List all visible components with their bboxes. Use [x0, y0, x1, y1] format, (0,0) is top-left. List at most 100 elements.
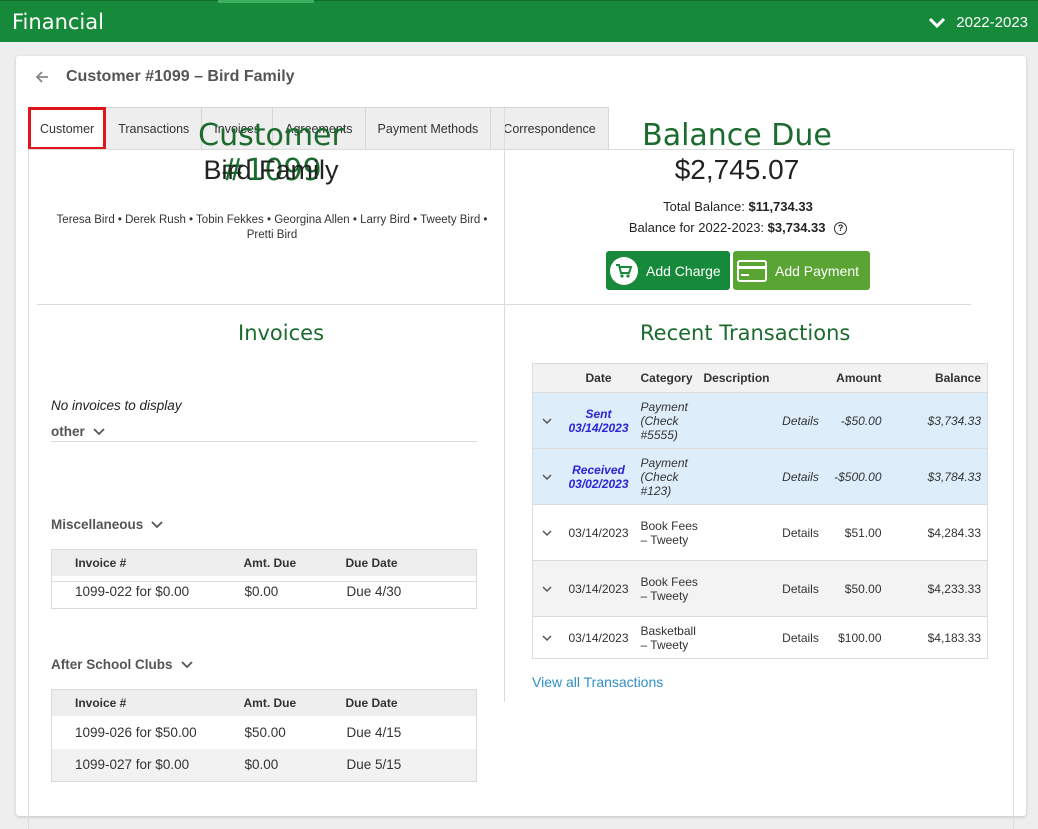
column-divider — [504, 106, 505, 702]
col-balance: Balance — [882, 363, 988, 393]
tx-date: 03/02/2023 — [568, 476, 629, 491]
invoice-group-after-school-clubs[interactable]: After School Clubs — [51, 657, 193, 672]
chevron-down-icon — [929, 17, 946, 28]
tx-balance: $4,183.33 — [882, 616, 988, 659]
help-circle-icon[interactable]: ? — [834, 222, 848, 235]
tx-amount: $50.00 — [826, 560, 883, 617]
group-separator — [51, 581, 477, 582]
col-amt-due: Amt. Due — [243, 549, 346, 576]
details-link[interactable]: Details — [774, 392, 827, 449]
total-balance-label: Total Balance: — [663, 199, 745, 214]
col-invoice: Invoice # — [51, 549, 244, 576]
tab-correspondence[interactable]: Correspondence — [491, 107, 609, 150]
tx-amount: $51.00 — [826, 504, 883, 561]
tx-date: 03/14/2023 — [560, 560, 637, 617]
tx-category: Book Fees – Tweety — [636, 560, 703, 617]
year-label: 2022-2023 — [956, 14, 1028, 31]
header-active-indicator — [218, 0, 314, 3]
transactions-title: Recent Transactions — [640, 321, 851, 345]
page-header: Customer #1099 – Bird Family — [34, 66, 295, 88]
col-details — [774, 363, 827, 393]
chevron-down-icon — [93, 427, 105, 435]
tx-balance: $3,734.33 — [882, 392, 988, 449]
back-arrow-icon[interactable] — [34, 68, 52, 86]
section-divider — [37, 304, 971, 305]
year-balance-label: Balance for 2022-2023: — [628, 220, 765, 235]
year-balance: Balance for 2022-2023: $3,734.33 ? — [540, 220, 936, 235]
tab-customer[interactable]: Customer — [28, 107, 107, 150]
credit-card-icon — [737, 259, 767, 282]
add-payment-button[interactable]: Add Payment — [733, 251, 870, 290]
chevron-down-icon — [151, 520, 163, 528]
tx-category: Payment (Check #5555) — [636, 392, 703, 449]
app-header: Financial 2022-2023 — [0, 0, 1038, 42]
tx-status: Received — [572, 462, 625, 477]
transactions-table: Date Category Description Amount Balance… — [532, 363, 988, 659]
invoices-title: Invoices — [238, 321, 325, 345]
tx-status: Sent — [585, 406, 612, 421]
group-label: other — [51, 424, 85, 439]
col-expand — [532, 363, 561, 393]
tx-date: 03/14/2023 — [560, 504, 637, 561]
tx-category: Basketball – Tweety — [636, 616, 703, 659]
balance-amount: $2,745.07 — [674, 154, 800, 185]
tx-amount: -$500.00 — [826, 448, 883, 505]
total-balance-value: $11,734.33 — [748, 199, 813, 214]
col-amount: Amount — [826, 363, 883, 393]
family-members: Teresa Bird • Derek Rush • Tobin Fekkes … — [56, 214, 488, 241]
details-link[interactable]: Details — [774, 448, 827, 505]
table-row[interactable]: 03/14/2023 Basketball – Tweety Details $… — [532, 616, 988, 659]
col-invoice: Invoice # — [51, 689, 244, 716]
tx-amount: $100.00 — [826, 616, 883, 659]
page-title: Customer #1099 – Bird Family — [66, 68, 295, 85]
clubs-invoices-table: Invoice # Amt. Due Due Date 1099-026 for… — [51, 689, 477, 782]
details-link[interactable]: Details — [774, 504, 827, 561]
col-date: Date — [560, 363, 637, 393]
total-balance: Total Balance: $11,734.33 — [540, 199, 936, 214]
tx-balance: $3,784.33 — [882, 448, 988, 505]
table-row[interactable]: 1099-026 for $50.00 $50.00 Due 4/15 — [52, 716, 477, 749]
col-category: Category — [636, 363, 703, 393]
year-selector[interactable]: 2022-2023 — [928, 14, 1028, 31]
table-row[interactable]: 1099-027 for $0.00 $0.00 Due 5/15 — [51, 748, 477, 782]
col-due-date: Due Date — [345, 689, 477, 716]
table-row[interactable]: 03/14/2023 Book Fees – Tweety Details $5… — [532, 504, 988, 561]
table-row[interactable]: Received 03/02/2023 Payment (Check #123) … — [532, 448, 988, 505]
misc-invoices-table: Invoice # Amt. Due Due Date 1099-022 for… — [51, 549, 477, 609]
group-label: Miscellaneous — [51, 517, 144, 532]
add-payment-label: Add Payment — [775, 262, 860, 279]
group-separator — [51, 441, 477, 442]
col-description: Description — [702, 363, 775, 393]
chevron-down-icon[interactable] — [542, 417, 552, 425]
year-balance-value: $3,734.33 — [767, 220, 826, 235]
customer-name: Bird Family — [203, 155, 339, 185]
chevron-down-icon[interactable] — [542, 529, 552, 537]
col-amt-due: Amt. Due — [243, 689, 346, 716]
tx-category: Book Fees – Tweety — [636, 504, 703, 561]
col-due-date: Due Date — [345, 549, 477, 576]
table-row[interactable]: 03/14/2023 Book Fees – Tweety Details $5… — [532, 560, 988, 617]
tx-date: 03/14/2023 — [560, 616, 637, 659]
group-label: After School Clubs — [51, 657, 173, 672]
invoice-group-miscellaneous[interactable]: Miscellaneous — [51, 517, 163, 532]
chevron-down-icon[interactable] — [542, 473, 552, 481]
chevron-down-icon[interactable] — [542, 585, 552, 593]
details-link[interactable]: Details — [774, 616, 827, 659]
invoice-group-other[interactable]: other — [51, 424, 105, 439]
view-all-transactions-link[interactable]: View all Transactions — [532, 674, 663, 690]
details-link[interactable]: Details — [774, 560, 827, 617]
add-charge-button[interactable]: Add Charge — [606, 251, 730, 290]
add-charge-label: Add Charge — [646, 262, 721, 279]
tx-balance: $4,284.33 — [882, 504, 988, 561]
app-title: Financial — [12, 10, 104, 34]
tx-amount: -$50.00 — [826, 392, 883, 449]
table-row[interactable]: Sent 03/14/2023 Payment (Check #5555) Det… — [532, 392, 988, 449]
tx-balance: $4,233.33 — [882, 560, 988, 617]
tx-category: Payment (Check #123) — [636, 448, 703, 505]
chevron-down-icon — [180, 660, 193, 668]
balance-title: Balance Due — [642, 118, 832, 153]
tx-date: 03/14/2023 — [568, 420, 629, 435]
cart-icon — [610, 256, 638, 285]
empty-invoices-message: No invoices to display — [51, 398, 182, 413]
chevron-down-icon[interactable] — [542, 634, 552, 642]
